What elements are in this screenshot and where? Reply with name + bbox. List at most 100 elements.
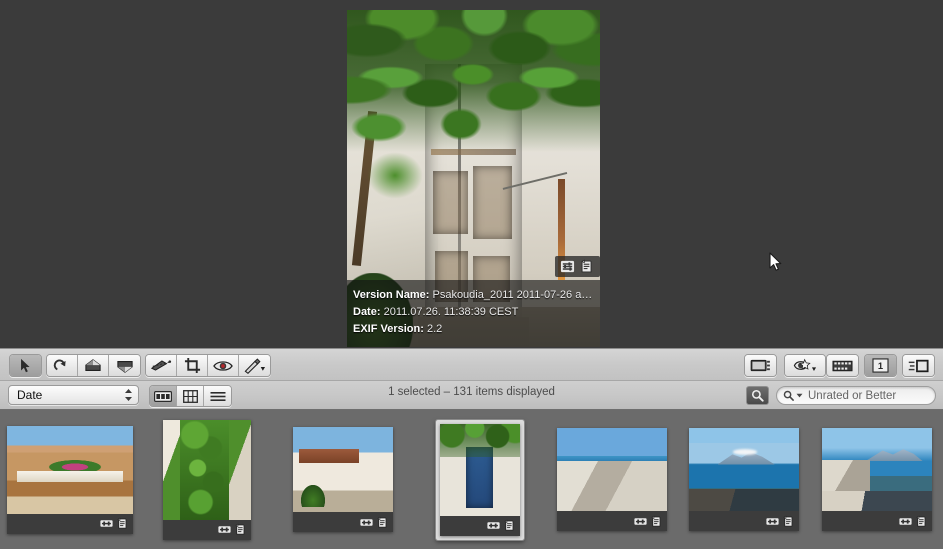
viewer-mode-group: 1 <box>864 354 897 377</box>
chevron-down-icon <box>796 393 803 398</box>
thumbnail-5[interactable] <box>557 428 667 531</box>
search-value: Unrated or Better <box>808 389 897 402</box>
thumbnail-image <box>557 428 667 511</box>
filmstrip-toggle-group <box>826 354 859 377</box>
adjustments-badge-icon <box>360 518 373 526</box>
adjustments-badge-icon <box>217 526 231 533</box>
metadata-badge-icon <box>503 519 513 531</box>
sort-by-value: Date <box>17 388 43 402</box>
selection-group <box>9 354 42 377</box>
stamp-icon <box>116 360 133 373</box>
thumbnail-cell[interactable] <box>0 410 140 549</box>
metadata-badge-icon <box>581 259 592 273</box>
inspector-panel-icon <box>908 359 929 372</box>
photo-door-panel <box>433 171 468 234</box>
thumbnail-image <box>293 427 393 512</box>
thumbnail-6[interactable] <box>689 428 799 531</box>
thumbnail-4[interactable] <box>439 423 520 536</box>
thumbnail-badge-bar <box>439 515 520 536</box>
thumbnail-2[interactable] <box>162 419 251 540</box>
thumbnail-cell[interactable] <box>140 410 273 549</box>
list-view-button[interactable] <box>204 386 231 406</box>
thumbnail-cell[interactable] <box>546 410 678 549</box>
photo-vine-canopy <box>347 10 600 152</box>
lift-stamp-icon <box>85 358 101 371</box>
metadata-badge-icon <box>234 523 244 535</box>
aperture-window: Version Name: Psakoudia_2011 2011-07-26 … <box>0 0 943 549</box>
search-icon-group[interactable] <box>777 390 803 401</box>
brush-icon <box>244 357 266 374</box>
thumbnail-cell[interactable] <box>810 410 943 549</box>
one-up-icon: 1 <box>872 358 889 373</box>
view-mode-group <box>149 385 232 407</box>
adjustments-badge-icon <box>766 517 779 525</box>
browser-status-text: 1 selected – 131 items displayed <box>388 386 555 398</box>
filmstrip-view-button[interactable] <box>150 386 177 406</box>
thumbnail-7[interactable] <box>821 428 932 531</box>
selection-tool-button[interactable] <box>10 355 41 376</box>
metadata-value: 2.2 <box>426 323 443 335</box>
viewer-single-button[interactable]: 1 <box>865 355 896 376</box>
thumbnail-3[interactable] <box>293 427 393 532</box>
metadata-row-exif-version: EXIF Version: 2.2 <box>347 321 600 338</box>
straighten-icon <box>150 360 172 371</box>
slideshow-group <box>744 354 777 377</box>
rotate-left-button[interactable] <box>47 355 78 376</box>
adjustments-badge-icon <box>486 522 500 529</box>
thumbnail-cell[interactable] <box>678 410 810 549</box>
keywords-button[interactable] <box>785 355 825 376</box>
sort-by-select[interactable]: Date <box>8 385 139 405</box>
thumbnail-badge-bar <box>689 511 799 531</box>
metadata-label: Version Name: <box>353 289 430 301</box>
metadata-overlay: Version Name: Psakoudia_2011 2011-07-26 … <box>347 280 600 347</box>
metadata-value: Psakoudia_2011 2011-07-26 a… <box>432 289 593 301</box>
magnifier-icon <box>751 389 764 402</box>
filmstrip-button[interactable] <box>827 355 858 376</box>
filmstrip-browser[interactable] <box>0 410 943 549</box>
thumbnail-cell[interactable] <box>413 410 546 549</box>
photo-leaf-sprig <box>367 151 423 199</box>
thumbnail-1[interactable] <box>7 425 133 534</box>
mouse-pointer <box>769 252 782 271</box>
image-viewer[interactable]: Version Name: Psakoudia_2011 2011-07-26 … <box>0 0 943 348</box>
crop-button[interactable] <box>177 355 208 376</box>
keywords-group <box>784 354 826 377</box>
metadata-label: Date: <box>353 306 381 318</box>
metadata-value: 2011.07.26. 11:38:39 CEST <box>383 306 519 318</box>
metadata-label: EXIF Version: <box>353 323 424 335</box>
lift-button[interactable] <box>78 355 109 376</box>
thumbnail-cell[interactable] <box>273 410 413 549</box>
filter-hud-button[interactable] <box>746 386 769 405</box>
stamp-button[interactable] <box>109 355 140 376</box>
inspector-group <box>902 354 935 377</box>
metadata-row-date: Date: 2011.07.26. 11:38:39 CEST <box>347 304 600 321</box>
crop-icon <box>184 357 200 374</box>
adjustments-badge-icon <box>634 517 647 525</box>
red-eye-button[interactable] <box>208 355 239 376</box>
thumbnail-image <box>7 425 133 514</box>
metadata-badge-icon <box>377 516 387 528</box>
viewer-badge-group <box>555 256 600 277</box>
viewer-photo[interactable]: Version Name: Psakoudia_2011 2011-07-26 … <box>347 10 600 347</box>
arrow-cursor-icon <box>21 358 30 372</box>
adjust-group <box>145 354 271 377</box>
slideshow-button[interactable] <box>745 355 776 376</box>
search-input[interactable]: Unrated or Better <box>776 386 936 405</box>
inspector-button[interactable] <box>903 355 934 376</box>
metadata-row-version-name: Version Name: Psakoudia_2011 2011-07-26 … <box>347 287 600 304</box>
adjustments-badge-icon <box>898 517 912 525</box>
thumbnail-badge-bar <box>293 512 393 532</box>
rotation-group <box>46 354 141 377</box>
adjustments-badge-icon <box>100 520 113 527</box>
thumbnail-image <box>439 423 520 516</box>
thumbnail-badge-bar <box>7 513 133 534</box>
metadata-badge-icon <box>117 517 127 529</box>
grid-view-button[interactable] <box>177 386 204 406</box>
adjustments-badge-icon <box>560 260 575 273</box>
grid-view-icon <box>182 389 198 403</box>
thumbnail-image <box>821 428 932 511</box>
retouch-button[interactable] <box>239 355 270 376</box>
keyword-tag-icon <box>793 358 817 372</box>
straighten-button[interactable] <box>146 355 177 376</box>
viewer-mode-label: 1 <box>878 361 883 371</box>
